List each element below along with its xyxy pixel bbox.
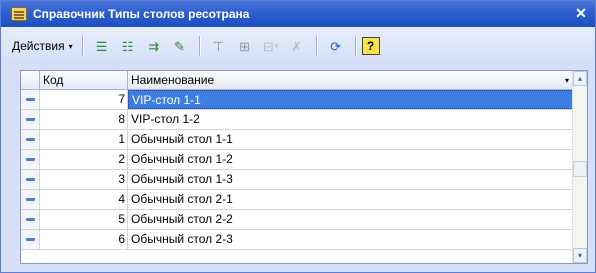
- name-cell[interactable]: Обычный стол 1-1: [128, 130, 573, 149]
- sort-arrow-icon: ▾: [564, 76, 569, 85]
- table-row[interactable]: 8 VIP-стол 1-2: [21, 110, 573, 130]
- toolbar-separator: [354, 36, 356, 56]
- copy-row-icon[interactable]: ⇉: [144, 36, 164, 56]
- table-row[interactable]: 6 Обычный стол 2-3: [21, 230, 573, 250]
- toolbar-separator: [81, 36, 83, 56]
- scroll-down-button[interactable]: ▾: [573, 248, 587, 263]
- row-marker-cell: [21, 230, 40, 249]
- chevron-down-icon: ▾: [274, 42, 279, 50]
- actions-label: Действия: [12, 39, 65, 53]
- name-cell[interactable]: VIP-стол 1-1: [128, 90, 573, 109]
- code-cell[interactable]: 6: [40, 230, 128, 249]
- catalog-icon: [11, 7, 27, 21]
- row-marker-cell: [21, 110, 40, 129]
- filter-dropdown-button[interactable]: ⊟ ▾: [261, 36, 281, 56]
- data-table: Код Наименование ▾ 7 VIP-стол 1-1 8 VIP-…: [20, 70, 588, 264]
- table-header: Код Наименование ▾: [21, 71, 573, 90]
- code-cell[interactable]: 7: [40, 90, 128, 109]
- row-element-icon: [26, 178, 35, 181]
- column-header-name[interactable]: Наименование ▾: [128, 71, 573, 90]
- actions-menu-button[interactable]: Действия ▾: [9, 35, 76, 57]
- row-marker-cell: [21, 130, 40, 149]
- row-element-icon: [26, 238, 35, 241]
- help-button[interactable]: ?: [361, 37, 380, 55]
- clear-filter-icon[interactable]: ✗: [287, 36, 307, 56]
- window-title: Справочник Типы столов ресотрана: [33, 7, 250, 21]
- filter-icon[interactable]: ⊤: [209, 36, 229, 56]
- row-element-icon: [26, 138, 35, 141]
- row-element-icon: [26, 98, 35, 101]
- reference-window: Справочник Типы столов ресотрана ✕ Дейст…: [0, 0, 596, 273]
- row-marker-cell: [21, 150, 40, 169]
- column-header-code[interactable]: Код: [40, 71, 128, 90]
- table-row[interactable]: 2 Обычный стол 1-2: [21, 150, 573, 170]
- chevron-down-icon: ▾: [68, 41, 73, 51]
- edit-row-icon[interactable]: ✎: [170, 36, 190, 56]
- add-row-icon[interactable]: ☰: [92, 36, 112, 56]
- row-element-icon: [26, 218, 35, 221]
- refresh-icon[interactable]: ⟳: [326, 36, 346, 56]
- table-row[interactable]: 7 VIP-стол 1-1: [21, 90, 573, 110]
- table-row[interactable]: 3 Обычный стол 1-3: [21, 170, 573, 190]
- row-element-icon: [26, 198, 35, 201]
- table-row[interactable]: 5 Обычный стол 2-2: [21, 210, 573, 230]
- title-bar[interactable]: Справочник Типы столов ресотрана ✕: [1, 1, 595, 27]
- row-element-icon: [26, 158, 35, 161]
- add-group-icon[interactable]: ☷: [118, 36, 138, 56]
- code-cell[interactable]: 3: [40, 170, 128, 189]
- row-element-icon: [26, 118, 35, 121]
- hierarchy-icon[interactable]: ⊞: [235, 36, 255, 56]
- name-cell[interactable]: Обычный стол 2-2: [128, 210, 573, 229]
- filter-dropdown-icon: ⊟: [262, 38, 274, 54]
- name-cell[interactable]: Обычный стол 1-2: [128, 150, 573, 169]
- toolbar-separator: [315, 36, 317, 56]
- code-cell[interactable]: 5: [40, 210, 128, 229]
- toolbar: Действия ▾ ☰ ☷ ⇉ ✎ ⊤ ⊞ ⊟ ▾ ✗ ⟳ ?: [1, 27, 595, 65]
- code-cell[interactable]: 2: [40, 150, 128, 169]
- table-row[interactable]: 1 Обычный стол 1-1: [21, 130, 573, 150]
- code-cell[interactable]: 4: [40, 190, 128, 209]
- table-row[interactable]: 4 Обычный стол 2-1: [21, 190, 573, 210]
- row-marker-cell: [21, 170, 40, 189]
- row-marker-cell: [21, 190, 40, 209]
- scroll-up-button[interactable]: ▴: [573, 71, 587, 86]
- code-cell[interactable]: 1: [40, 130, 128, 149]
- vertical-scrollbar[interactable]: ▴ ▾: [572, 71, 587, 263]
- name-cell[interactable]: Обычный стол 1-3: [128, 170, 573, 189]
- column-header-name-label: Наименование: [131, 73, 215, 87]
- row-marker-cell: [21, 210, 40, 229]
- scroll-thumb[interactable]: [573, 161, 587, 177]
- name-cell[interactable]: Обычный стол 2-3: [128, 230, 573, 249]
- name-cell[interactable]: Обычный стол 2-1: [128, 190, 573, 209]
- close-button[interactable]: ✕: [573, 5, 589, 21]
- name-cell[interactable]: VIP-стол 1-2: [128, 110, 573, 129]
- row-marker-cell: [21, 90, 40, 109]
- toolbar-separator: [198, 36, 200, 56]
- code-cell[interactable]: 8: [40, 110, 128, 129]
- header-marker-column: [21, 71, 40, 90]
